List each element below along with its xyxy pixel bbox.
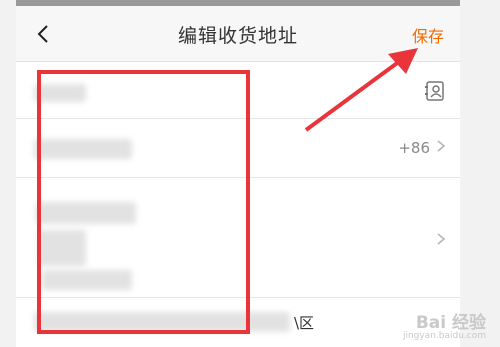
country-code[interactable]: +86 — [398, 139, 430, 157]
pointer-arrow-icon — [304, 48, 418, 132]
district-suffix: \区 — [294, 314, 315, 332]
chevron-right-icon — [436, 228, 446, 255]
watermark-brand: Bai 经验 — [415, 313, 486, 333]
chevron-right-icon — [436, 135, 446, 162]
highlight-box — [37, 70, 250, 334]
watermark: Bai 经验 jingyan.baidu.com — [403, 308, 486, 341]
watermark-url: jingyan.baidu.com — [402, 331, 486, 341]
